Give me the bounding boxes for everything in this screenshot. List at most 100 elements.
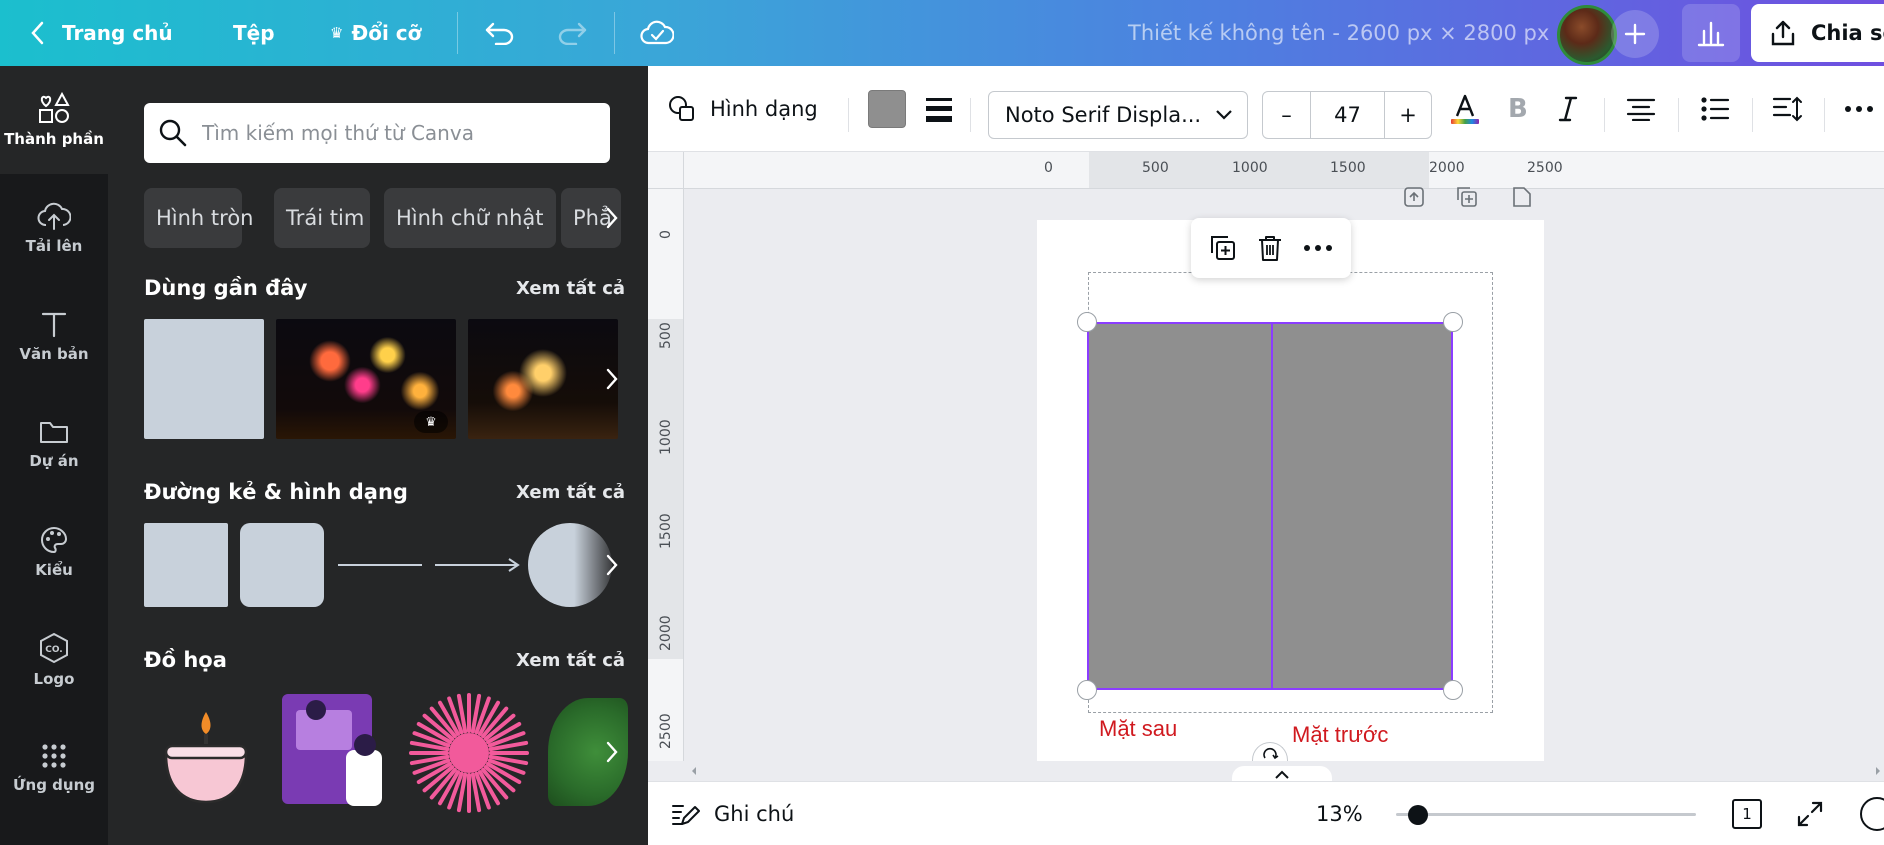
add-collaborator-button[interactable] (1611, 10, 1659, 58)
help-button[interactable] (1860, 782, 1884, 845)
avatar[interactable] (1557, 5, 1617, 65)
rail-item-text[interactable]: Văn bản (0, 282, 108, 390)
zoom-percent[interactable]: 13% (1316, 782, 1363, 845)
add-page-icon[interactable] (1510, 186, 1532, 208)
text-color-button[interactable] (1448, 66, 1482, 152)
rounded-square-shape-thumbnail[interactable] (240, 523, 324, 607)
decrease-font-size-button[interactable]: – (1263, 92, 1311, 138)
crown-icon: ♛ (330, 24, 344, 42)
border-style-button[interactable] (924, 66, 954, 152)
chip-circle[interactable]: Hình tròn (144, 188, 253, 248)
increase-font-size-button[interactable]: + (1385, 92, 1431, 138)
shape-label: Hình dạng (710, 97, 818, 121)
home-button[interactable]: Trang chủ (30, 0, 173, 66)
list-button[interactable] (1700, 66, 1730, 152)
svg-text:CO.: CO. (45, 645, 62, 655)
rail-item-logo[interactable]: CO. Logo (0, 606, 108, 714)
italic-button[interactable] (1556, 66, 1580, 152)
chip-rectangle[interactable]: Hình chữ nhật (384, 188, 556, 248)
resize-handle-bottom-right[interactable] (1443, 680, 1463, 700)
chevron-right-icon (606, 368, 618, 390)
resize-handle-top-right[interactable] (1443, 312, 1463, 332)
see-all-recent-link[interactable]: Xem tất cả (516, 278, 625, 299)
redo-button[interactable] (556, 0, 588, 66)
search-box[interactable] (144, 103, 610, 163)
fireworks-photo-thumbnail[interactable]: ♛ (276, 319, 456, 439)
bold-button[interactable]: B (1508, 66, 1528, 152)
see-all-graphics-link[interactable]: Xem tất cả (516, 650, 625, 671)
zoom-slider-handle[interactable] (1408, 805, 1428, 825)
rail-item-styles[interactable]: Kiểu (0, 498, 108, 606)
file-menu-button[interactable]: Tệp (233, 0, 275, 66)
graphics-next-button[interactable] (592, 732, 632, 772)
front-cover-label[interactable]: Mặt trước (1292, 722, 1388, 748)
upload-cloud-icon (37, 202, 71, 230)
plus-icon (1624, 23, 1646, 45)
undo-button[interactable] (484, 0, 516, 66)
divider (1604, 98, 1605, 132)
text-icon (41, 312, 67, 338)
rail-item-apps[interactable]: Ứng dụng (0, 714, 108, 822)
see-all-shapes-link[interactable]: Xem tất cả (516, 482, 625, 503)
ruler-label: 2000 (658, 615, 674, 651)
resize-handle-bottom-left[interactable] (1077, 680, 1097, 700)
rail-item-elements[interactable]: Thành phần (0, 66, 108, 174)
candle-graphic-thumbnail[interactable] (158, 706, 254, 812)
document-title[interactable]: Thiết kế không tên - 2600 px × 2800 px (1128, 0, 1549, 66)
chip-heart[interactable]: Trái tim (274, 188, 370, 248)
scroll-left-icon[interactable] (690, 766, 698, 776)
back-cover-rectangle[interactable] (1089, 324, 1271, 688)
bottom-bar: Ghi chú 13% 1 (648, 781, 1884, 845)
rail-item-projects[interactable]: Dự án (0, 390, 108, 498)
border-weight-icon (926, 98, 952, 122)
selected-shape-group[interactable] (1087, 322, 1453, 690)
square-shape-thumbnail[interactable] (144, 523, 228, 607)
shape-options-button[interactable]: Hình dạng (668, 66, 818, 152)
chevron-right-icon (606, 554, 618, 576)
font-family-select[interactable]: Noto Serif Displa... (988, 91, 1248, 139)
notes-label: Ghi chú (714, 802, 795, 826)
rail-item-uploads[interactable]: Tải lên (0, 174, 108, 282)
front-cover-rectangle[interactable] (1273, 324, 1451, 688)
italic-icon (1558, 96, 1578, 122)
recent-next-button[interactable] (592, 359, 632, 399)
insights-button[interactable] (1682, 4, 1740, 62)
move-up-icon[interactable] (1403, 186, 1425, 208)
share-button[interactable]: Chia sẻ (1751, 4, 1884, 62)
zoom-slider-track[interactable] (1396, 813, 1696, 816)
cloud-check-icon (640, 20, 674, 45)
ruler-label: 2500 (658, 713, 674, 749)
duplicate-icon[interactable] (1209, 234, 1237, 262)
line-shape-thumbnail[interactable] (338, 564, 422, 566)
fill-color-button[interactable] (868, 66, 906, 152)
chips-next-button[interactable] (592, 198, 632, 238)
search-icon (159, 119, 187, 147)
recent-shape-thumbnail[interactable] (144, 319, 264, 439)
left-rail: Thành phần Tải lên Văn bản Dự án Kiểu CO… (0, 66, 108, 845)
bullet-list-icon (1701, 97, 1730, 121)
page-count-button[interactable]: 1 (1732, 782, 1762, 845)
resize-button[interactable]: ♛ Đổi cỡ (330, 0, 421, 66)
trash-icon[interactable] (1257, 234, 1283, 262)
search-input[interactable] (202, 121, 602, 145)
font-size-input[interactable]: 47 (1311, 92, 1385, 138)
ruler-label: 1000 (1232, 160, 1268, 176)
duplicate-page-icon[interactable] (1456, 186, 1478, 208)
notes-button[interactable]: Ghi chú (670, 782, 794, 845)
text-align-button[interactable] (1626, 66, 1656, 152)
more-options-button[interactable] (1844, 66, 1874, 152)
spacing-button[interactable] (1772, 66, 1804, 152)
more-dots-icon[interactable] (1303, 244, 1333, 252)
back-cover-label[interactable]: Mặt sau (1099, 716, 1177, 742)
starburst-graphic-thumbnail[interactable] (408, 692, 530, 814)
palette-icon (41, 526, 68, 554)
resize-handle-top-left[interactable] (1077, 312, 1097, 332)
arrow-line-shape-thumbnail[interactable] (433, 555, 523, 575)
cloud-save-button[interactable] (640, 0, 674, 66)
fullscreen-button[interactable] (1796, 782, 1824, 845)
elements-icon (39, 92, 70, 123)
rail-label: Dự án (29, 452, 79, 470)
scroll-right-icon[interactable] (1874, 766, 1882, 776)
shapes-next-button[interactable] (592, 545, 632, 585)
people-toast-graphic-thumbnail[interactable] (276, 690, 394, 812)
